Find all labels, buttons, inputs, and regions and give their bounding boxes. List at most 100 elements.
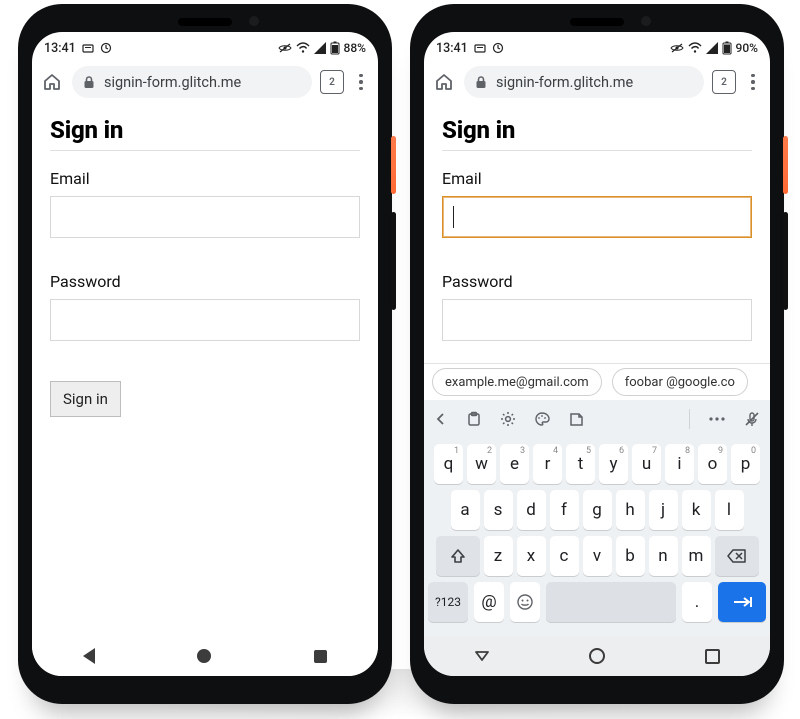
key-e[interactable]: 3e [500, 444, 529, 484]
nav-back-icon[interactable] [474, 648, 490, 664]
url-bar[interactable]: signin-form.glitch.me [464, 66, 704, 98]
key-space[interactable] [546, 582, 676, 622]
status-bar: 13:41 88% [32, 32, 378, 60]
key-a[interactable]: a [451, 490, 480, 530]
front-camera [249, 16, 259, 26]
key-shift[interactable] [436, 536, 480, 576]
page-content: Sign in Email Password Sign in [32, 104, 378, 417]
nav-back-icon[interactable] [83, 648, 95, 664]
key-symbols[interactable]: ?123 [428, 582, 468, 622]
password-label: Password [50, 272, 360, 291]
status-battery: 90% [736, 41, 758, 55]
key-o[interactable]: 9o [698, 444, 727, 484]
key-p[interactable]: 0p [731, 444, 760, 484]
keyboard: 1q2w3e4r5t6y7u8i9o0p asdfghjkl zxcvbnm ?… [424, 438, 770, 636]
menu-icon[interactable] [352, 74, 370, 91]
key-f[interactable]: f [550, 490, 579, 530]
key-n[interactable]: n [649, 536, 678, 576]
status-battery: 88% [344, 41, 366, 55]
key-x[interactable]: x [517, 536, 546, 576]
lock-icon [82, 75, 96, 89]
system-navbar [32, 636, 378, 676]
key-b[interactable]: b [616, 536, 645, 576]
lock-icon [474, 75, 488, 89]
menu-icon[interactable] [744, 74, 762, 91]
url-bar[interactable]: signin-form.glitch.me [72, 66, 312, 98]
nav-recents-icon[interactable] [314, 650, 327, 663]
volume-button [783, 212, 788, 310]
more-icon[interactable] [708, 416, 726, 422]
key-v[interactable]: v [583, 536, 612, 576]
sticker-icon[interactable] [568, 411, 584, 427]
url-text: signin-form.glitch.me [104, 74, 241, 91]
shift-icon [450, 548, 466, 564]
key-r[interactable]: 4r [533, 444, 562, 484]
key-w[interactable]: 2w [467, 444, 496, 484]
signal-icon [706, 42, 718, 54]
signal-icon [314, 42, 326, 54]
page-title: Sign in [442, 116, 752, 144]
key-s[interactable]: s [484, 490, 513, 530]
key-c[interactable]: c [550, 536, 579, 576]
gear-icon[interactable] [500, 411, 516, 427]
eye-off-icon [278, 42, 292, 54]
home-icon[interactable] [40, 72, 64, 92]
key-y[interactable]: 6y [599, 444, 628, 484]
key-g[interactable]: g [583, 490, 612, 530]
home-icon[interactable] [432, 72, 456, 92]
signin-button[interactable]: Sign in [50, 381, 121, 417]
keyboard-toolbar [424, 400, 770, 438]
emoji-icon [516, 593, 534, 611]
key-i[interactable]: 8i [665, 444, 694, 484]
password-field[interactable] [50, 299, 360, 341]
page-title: Sign in [50, 116, 360, 144]
power-button [391, 136, 396, 194]
nav-home-icon[interactable] [589, 648, 605, 664]
key-j[interactable]: j [649, 490, 678, 530]
enter-icon [731, 594, 753, 610]
front-camera [641, 16, 651, 26]
clipboard-icon[interactable] [466, 411, 482, 427]
key-z[interactable]: z [484, 536, 513, 576]
email-label: Email [50, 169, 360, 188]
key-d[interactable]: d [517, 490, 546, 530]
nav-home-icon[interactable] [197, 649, 211, 663]
key-h[interactable]: h [616, 490, 645, 530]
key-m[interactable]: m [682, 536, 711, 576]
key-k[interactable]: k [682, 490, 711, 530]
divider [50, 150, 360, 151]
email-field[interactable] [50, 196, 360, 238]
key-period[interactable]: . [682, 582, 712, 622]
wifi-icon [688, 42, 702, 54]
wifi-icon [296, 42, 310, 54]
autofill-chip[interactable]: example.me@gmail.com [432, 368, 602, 396]
key-emoji[interactable] [510, 582, 540, 622]
email-field[interactable] [442, 196, 752, 238]
key-t[interactable]: 5t [566, 444, 595, 484]
palette-icon[interactable] [534, 411, 550, 427]
key-u[interactable]: 7u [632, 444, 661, 484]
key-l[interactable]: l [715, 490, 744, 530]
nav-recents-icon[interactable] [705, 649, 720, 664]
status-time: 13:41 [44, 41, 76, 56]
tabs-button[interactable]: 2 [320, 70, 344, 94]
tabs-button[interactable]: 2 [712, 70, 736, 94]
autofill-chip[interactable]: foobar @google.co [612, 368, 748, 396]
phone-left: 13:41 88% signin- [18, 4, 392, 704]
mic-off-icon[interactable] [744, 411, 760, 427]
keyboard-area: example.me@gmail.com foobar @google.co [424, 363, 770, 636]
notification-icon [474, 42, 486, 54]
phone-right: 13:41 90% signin- [410, 4, 784, 704]
autofill-suggestions: example.me@gmail.com foobar @google.co [424, 363, 770, 400]
key-enter[interactable] [718, 582, 766, 622]
system-navbar [424, 636, 770, 676]
key-q[interactable]: 1q [434, 444, 463, 484]
clock-icon [492, 42, 504, 54]
key-at[interactable]: @ [474, 582, 504, 622]
key-backspace[interactable] [715, 536, 759, 576]
email-label: Email [442, 169, 752, 188]
backspace-icon [727, 549, 747, 563]
battery-icon [722, 42, 732, 54]
chevron-left-icon[interactable] [434, 412, 448, 426]
password-field[interactable] [442, 299, 752, 341]
